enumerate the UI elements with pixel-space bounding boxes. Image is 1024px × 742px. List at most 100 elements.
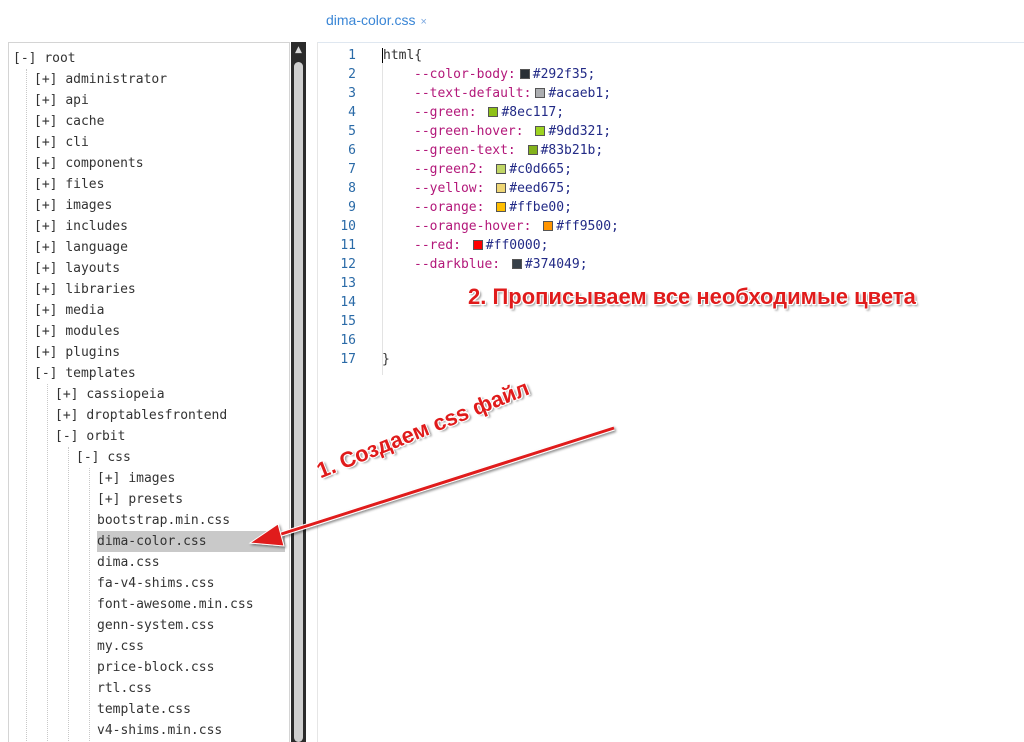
tree-folder-item[interactable]: [+] modules [34, 321, 120, 342]
tree-folder-item[interactable]: [+] images [34, 195, 112, 216]
expand-toggle-icon[interactable]: [+] [34, 282, 57, 297]
color-swatch[interactable] [519, 69, 530, 79]
expand-toggle-icon[interactable]: [+] [55, 387, 78, 402]
tree-file-item[interactable]: template.css [97, 699, 191, 720]
code-line[interactable]: --green-hover: #9dd321; [414, 122, 611, 141]
tree-folder-item[interactable]: [+] libraries [34, 279, 136, 300]
tree-file-item[interactable]: price-block.css [97, 657, 214, 678]
code-line[interactable]: --darkblue: #374049; [414, 255, 588, 274]
line-number: 4 [348, 105, 356, 120]
scroll-thumb[interactable] [294, 62, 303, 742]
expand-toggle-icon[interactable]: [+] [97, 492, 120, 507]
expand-toggle-icon[interactable]: [+] [34, 261, 57, 276]
collapse-toggle-icon[interactable]: [-] [55, 429, 78, 444]
tree-folder-item[interactable]: [+] presets [97, 489, 183, 510]
tree-folder-item[interactable]: [+] cassiopeia [55, 384, 165, 405]
line-number: 2 [348, 67, 356, 82]
css-value: #374049; [524, 257, 588, 272]
color-swatch[interactable] [511, 259, 522, 269]
tree-file-item[interactable]: genn-system.css [97, 615, 214, 636]
tree-folder-item[interactable]: [-] templates [34, 363, 136, 384]
tree-folder-item[interactable]: [+] images [97, 468, 175, 489]
code-line[interactable]: --text-default: #acaeb1; [414, 84, 611, 103]
tree-folder-item[interactable]: [+] droptablesfrontend [55, 405, 227, 426]
code-editor[interactable]: 1 html{2 --color-body: #292f35; 3 --text-defa… [318, 45, 1024, 742]
tree-folder-item[interactable]: [+] includes [34, 216, 128, 237]
tree-folder-item[interactable]: [+] administrator [34, 69, 167, 90]
code-line[interactable]: --orange: #ffbe00; [414, 198, 572, 217]
tree-indent-guide [89, 468, 90, 741]
tree-folder-item[interactable]: [+] layouts [34, 258, 120, 279]
expand-toggle-icon[interactable]: [+] [34, 324, 57, 339]
expand-toggle-icon[interactable]: [+] [34, 156, 57, 171]
code-line[interactable]: --color-body: #292f35; [414, 65, 595, 84]
expand-toggle-icon[interactable]: [+] [34, 72, 57, 87]
scroll-up-arrow-icon[interactable]: ▲ [291, 44, 306, 56]
color-swatch[interactable] [472, 240, 483, 250]
color-swatch[interactable] [535, 88, 546, 98]
tree-file-item[interactable]: dima.css [97, 552, 160, 573]
tree-item-label: presets [128, 492, 184, 507]
expand-toggle-icon[interactable]: [+] [34, 93, 57, 108]
color-swatch[interactable] [496, 202, 507, 212]
tree-folder-item[interactable]: [+] api [34, 90, 89, 111]
code-line[interactable]: --yellow: #eed675; [414, 179, 572, 198]
code-line[interactable]: --green: #8ec117; [414, 103, 564, 122]
expand-toggle-icon[interactable]: [+] [34, 177, 57, 192]
tree-file-item[interactable]: rtl.css [97, 678, 152, 699]
tree-item-label: rtl.css [97, 681, 152, 696]
expand-toggle-icon[interactable]: [+] [34, 345, 57, 360]
tree-folder-item[interactable]: [-] root [13, 48, 76, 69]
tree-folder-item[interactable]: [+] cli [34, 132, 89, 153]
tree-file-item[interactable]: font-awesome.min.css [97, 594, 254, 615]
color-swatch[interactable] [527, 145, 538, 155]
css-value: #83b21b; [540, 143, 604, 158]
tree-item-label: includes [65, 219, 128, 234]
line-number: 16 [340, 333, 356, 348]
css-value: #c0d665; [509, 162, 572, 177]
tree-file-item[interactable]: bootstrap.min.css [97, 510, 230, 531]
tree-folder-item[interactable]: [+] media [34, 300, 104, 321]
code-line[interactable]: --green-text: #83b21b; [414, 141, 603, 160]
editor-tab[interactable]: dima-color.css × [326, 12, 427, 28]
expand-toggle-icon[interactable]: [+] [34, 114, 57, 129]
code-line[interactable]: --green2: #c0d665; [414, 160, 572, 179]
color-swatch[interactable] [535, 126, 546, 136]
expand-toggle-icon[interactable]: [+] [55, 408, 78, 423]
expand-toggle-icon[interactable]: [+] [34, 240, 57, 255]
tree-item-label: price-block.css [97, 660, 215, 675]
tree-folder-item[interactable]: [-] css [76, 447, 131, 468]
tree-folder-item[interactable]: [+] cache [34, 111, 104, 132]
collapse-toggle-icon[interactable]: [-] [76, 450, 99, 465]
css-value: #8ec117; [501, 105, 565, 120]
collapse-toggle-icon[interactable]: [-] [13, 51, 36, 66]
code-line[interactable]: html{ [382, 46, 423, 65]
expand-toggle-icon[interactable]: [+] [97, 471, 120, 486]
expand-toggle-icon[interactable]: [+] [34, 198, 57, 213]
color-swatch[interactable] [488, 107, 499, 117]
tree-indent-guide [26, 69, 27, 741]
color-swatch[interactable] [496, 164, 507, 174]
tree-folder-item[interactable]: [+] plugins [34, 342, 120, 363]
tree-file-item[interactable]: fa-v4-shims.css [97, 573, 214, 594]
tree-folder-item[interactable]: [+] files [34, 174, 104, 195]
tree-scrollbar[interactable]: ▲ [291, 42, 306, 742]
expand-toggle-icon[interactable]: [+] [34, 135, 57, 150]
expand-toggle-icon[interactable]: [+] [34, 303, 57, 318]
color-swatch[interactable] [496, 183, 507, 193]
tree-folder-item[interactable]: [-] orbit [55, 426, 125, 447]
tree-file-item[interactable]: dima-color.css [97, 531, 285, 552]
tree-file-item[interactable]: v4-shims.min.css [97, 720, 222, 741]
code-line[interactable]: } [382, 350, 390, 369]
tree-folder-item[interactable]: [+] language [34, 237, 128, 258]
css-value: #acaeb1; [548, 86, 612, 101]
tree-file-item[interactable]: my.css [97, 636, 144, 657]
color-swatch[interactable] [543, 221, 554, 231]
code-line[interactable]: --orange-hover: #ff9500; [414, 217, 619, 236]
tab-close-icon[interactable]: × [420, 16, 426, 28]
collapse-toggle-icon[interactable]: [-] [34, 366, 57, 381]
tree-folder-item[interactable]: [+] components [34, 153, 144, 174]
code-line[interactable]: --red: #ff0000; [414, 236, 548, 255]
expand-toggle-icon[interactable]: [+] [34, 219, 57, 234]
tree-item-label: template.css [97, 702, 191, 717]
